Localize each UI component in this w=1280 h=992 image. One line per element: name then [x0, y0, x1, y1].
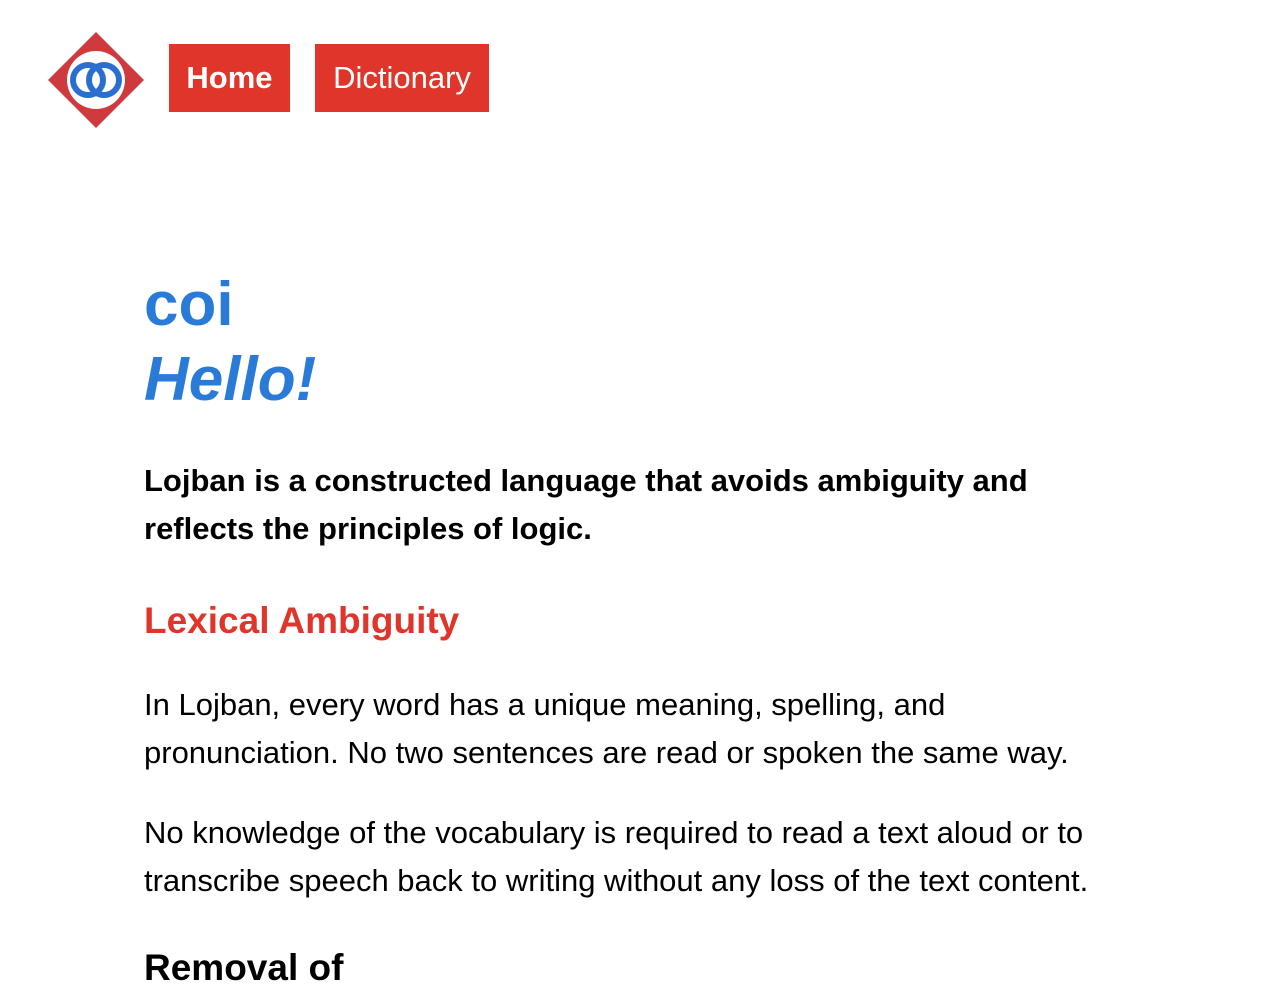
hero-word: coi — [144, 270, 234, 339]
main-content: coi Hello! Lojban is a constructed langu… — [144, 268, 1144, 988]
nav-dictionary-button[interactable]: Dictionary — [315, 44, 489, 112]
site-header: Home Dictionary — [0, 0, 1280, 140]
section-heading-next: Removal of — [144, 947, 344, 988]
hero-translation: Hello! — [144, 345, 317, 414]
section-heading-lexical-ambiguity: Lexical Ambiguity — [144, 600, 460, 641]
intro-paragraph: Lojban is a constructed language that av… — [144, 463, 1028, 546]
lojban-logo-icon[interactable] — [48, 32, 144, 128]
nav-home-button[interactable]: Home — [169, 44, 290, 112]
section-paragraph: No knowledge of the vocabulary is requir… — [144, 815, 1089, 898]
section-paragraph: In Lojban, every word has a unique meani… — [144, 687, 1069, 770]
